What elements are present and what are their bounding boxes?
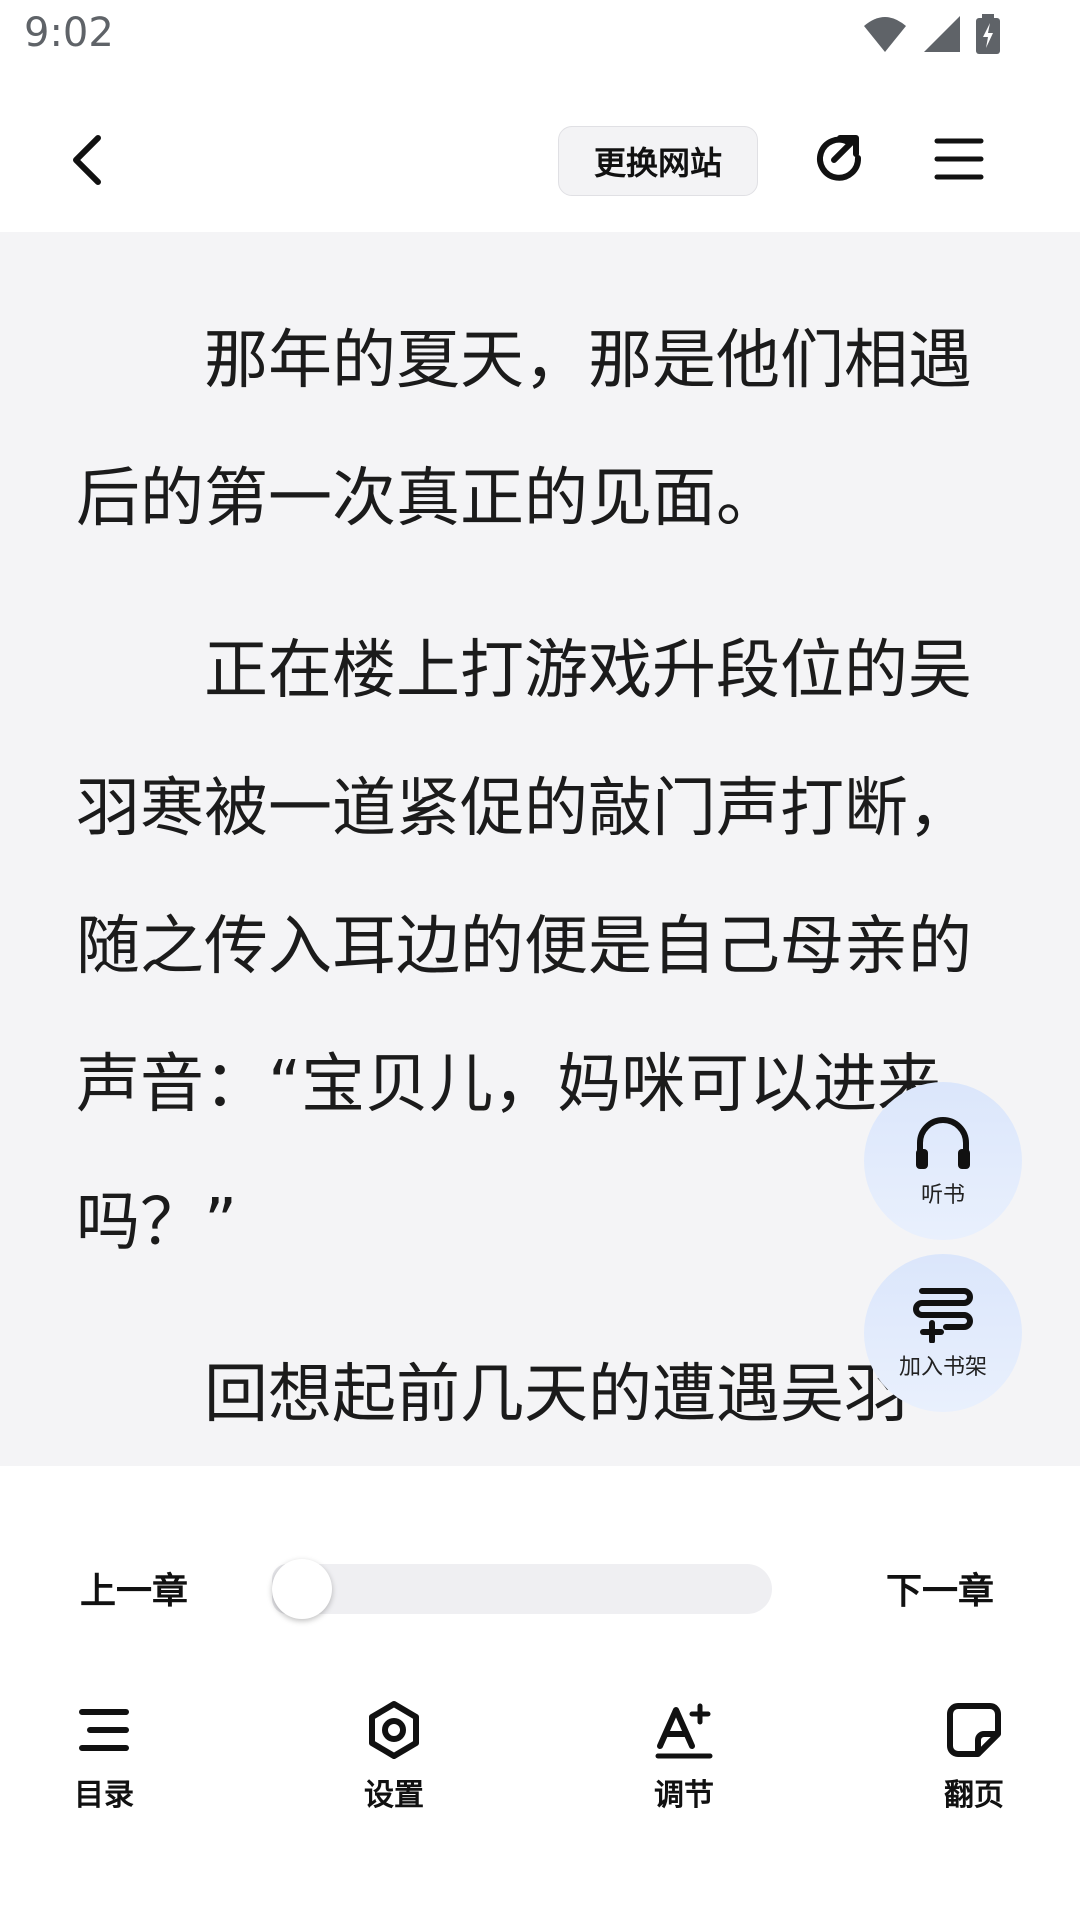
chapter-progress-row: 上一章 下一章	[0, 1532, 1080, 1632]
font-adjust-icon	[655, 1703, 713, 1759]
chapter-content: 那年的夏天，那是他们相遇后的第一次真正的见面。 正在楼上打游戏升段位的吴羽寒被一…	[76, 292, 976, 1466]
battery-icon	[976, 14, 1000, 54]
chapter-progress-slider[interactable]	[272, 1559, 772, 1619]
add-to-shelf-label: 加入书架	[898, 1355, 987, 1380]
status-icons	[862, 14, 1000, 54]
nav-catalog-label: 目录	[74, 1778, 134, 1813]
paragraph: 回想起前几天的遭遇吴羽	[204, 1358, 908, 1432]
paragraph: 正在楼上打游戏升段位的吴羽寒被一道紧促的敲门声打断，随之传入耳边的便是自己母亲的…	[76, 634, 972, 1260]
prev-chapter-button[interactable]: 上一章	[80, 1562, 188, 1614]
nav-page-turn-label: 翻页	[944, 1778, 1004, 1813]
refresh-icon	[817, 135, 862, 181]
nav-adjust[interactable]: 调节	[604, 1700, 764, 1814]
bottom-nav: 目录 设置 调节 翻页	[0, 1700, 1080, 1860]
chevron-left-icon	[73, 135, 101, 185]
add-to-shelf-button[interactable]: 加入书架	[864, 1254, 1022, 1412]
reader-area[interactable]: 那年的夏天，那是他们相遇后的第一次真正的见面。 正在楼上打游戏升段位的吴羽寒被一…	[0, 232, 1080, 1466]
refresh-button[interactable]	[812, 132, 868, 188]
slider-thumb[interactable]	[272, 1559, 332, 1619]
paragraph: 那年的夏天，那是他们相遇后的第一次真正的见面。	[76, 324, 972, 536]
wifi-icon	[864, 17, 906, 52]
menu-button[interactable]	[934, 134, 984, 184]
hamburger-icon	[934, 138, 984, 180]
page-turn-icon	[947, 1703, 1001, 1757]
nav-catalog[interactable]: 目录	[24, 1700, 184, 1814]
nav-settings[interactable]: 设置	[314, 1700, 474, 1814]
status-bar: 9:02	[0, 0, 1080, 72]
list-icon	[79, 1709, 129, 1751]
switch-site-button[interactable]: 更换网站	[558, 126, 758, 196]
headphones-icon	[916, 1117, 970, 1169]
nav-settings-label: 设置	[364, 1778, 424, 1813]
nav-page-turn[interactable]: 翻页	[894, 1700, 1054, 1814]
back-button[interactable]	[58, 128, 122, 192]
listen-label: 听书	[920, 1183, 965, 1208]
bookshelf-add-icon	[913, 1288, 973, 1343]
status-time: 9:02	[24, 10, 114, 56]
nav-adjust-label: 调节	[654, 1778, 714, 1813]
settings-icon	[369, 1701, 419, 1759]
next-chapter-button[interactable]: 下一章	[886, 1562, 994, 1614]
signal-icon	[924, 16, 960, 52]
top-bar: 更换网站	[0, 88, 1080, 232]
listen-button[interactable]: 听书	[864, 1082, 1022, 1240]
